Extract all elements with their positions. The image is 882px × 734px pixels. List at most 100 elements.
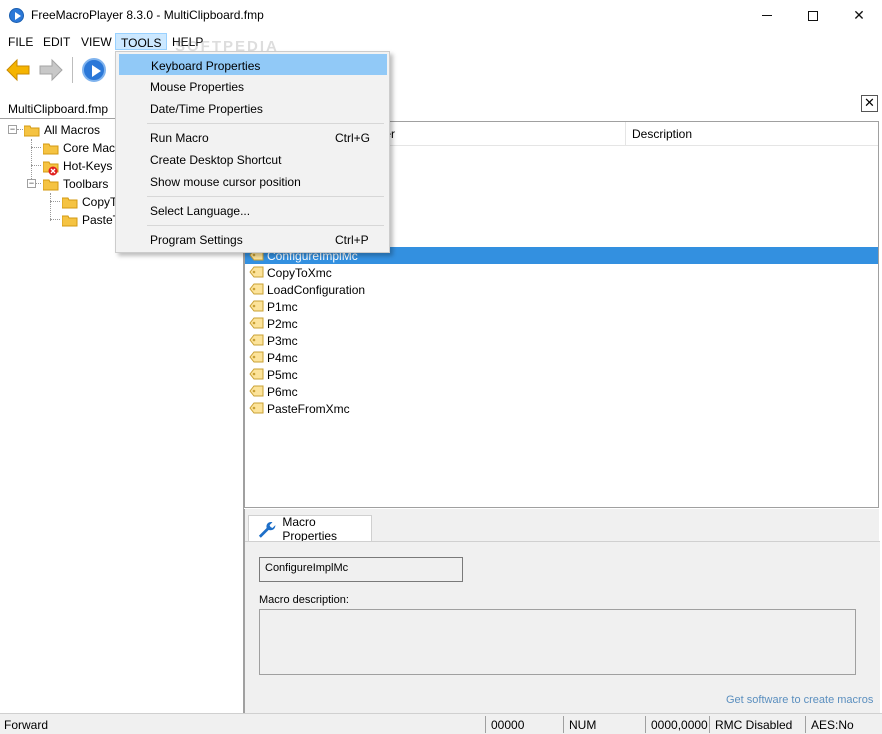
menu-item-label: Mouse Properties	[150, 80, 245, 94]
close-icon: ✕	[853, 7, 865, 23]
list-item[interactable]: P6mc	[245, 383, 878, 400]
list-item-label: CopyToXmc	[267, 265, 332, 280]
list-item[interactable]: CopyToXmc	[245, 264, 878, 281]
status-counter: 00000	[491, 718, 525, 732]
tree-item-all-macros[interactable]: All Macros	[24, 121, 100, 139]
maximize-icon	[808, 10, 818, 21]
tree-item-copy[interactable]: CopyT	[62, 193, 117, 211]
tree-label: CopyT	[82, 195, 118, 209]
list-item-label: LoadConfiguration	[267, 282, 366, 297]
tree-label: Hot-Keys	[63, 159, 113, 173]
menu-separator	[147, 196, 384, 197]
menu-mouse-properties[interactable]: Mouse Properties	[119, 76, 387, 97]
macro-icon	[249, 334, 264, 346]
toolbar-separator	[72, 57, 73, 83]
menu-show-cursor-position[interactable]: Show mouse cursor position	[119, 171, 387, 192]
menu-view[interactable]: VIEW	[76, 33, 117, 50]
folder-icon	[43, 178, 59, 191]
tree-item-hot-keys[interactable]: Hot-Keys	[43, 157, 112, 175]
macro-icon	[249, 385, 264, 397]
menu-select-language[interactable]: Select Language...	[119, 200, 387, 221]
list-item-label: P3mc	[267, 333, 298, 348]
folder-disabled-icon	[43, 160, 59, 175]
get-software-link[interactable]: Get software to create macros	[726, 694, 873, 706]
macro-icon	[249, 317, 264, 329]
status-mode: Forward	[4, 718, 49, 732]
list-item-label: P5mc	[267, 367, 298, 382]
list-item-label: P4mc	[267, 350, 298, 365]
list-item[interactable]: P5mc	[245, 366, 878, 383]
tree-item-paste[interactable]: PasteT	[62, 211, 120, 229]
menu-file[interactable]: FILE	[3, 33, 38, 50]
properties-body: ConfigureImplMc Macro description: Get s…	[245, 541, 880, 713]
folder-icon	[62, 214, 78, 227]
minimize-icon	[762, 15, 772, 16]
list-item-label: P6mc	[267, 384, 298, 399]
menu-program-settings[interactable]: Program Settings Ctrl+P	[119, 229, 387, 250]
list-item-label: P2mc	[267, 316, 298, 331]
list-item[interactable]: P4mc	[245, 349, 878, 366]
menu-item-label: Select Language...	[150, 204, 251, 218]
macro-icon	[249, 351, 264, 363]
wrench-icon	[258, 522, 276, 538]
status-num: NUM	[569, 718, 597, 732]
maximize-button[interactable]	[790, 0, 836, 31]
folder-icon	[24, 124, 40, 137]
list-item[interactable]: LoadConfiguration	[245, 281, 878, 298]
close-window-button[interactable]: ✕	[836, 0, 882, 31]
list-item[interactable]: P3mc	[245, 332, 878, 349]
close-panel-button[interactable]: ✕	[861, 95, 878, 112]
menu-tools[interactable]: TOOLS	[115, 33, 168, 50]
menu-item-label: Keyboard Properties	[151, 59, 261, 73]
menu-create-desktop-shortcut[interactable]: Create Desktop Shortcut	[119, 149, 387, 170]
tree-label: Toolbars	[63, 177, 109, 191]
menu-item-label: Run Macro	[150, 131, 209, 145]
tree-item-core-macros[interactable]: Core Mac	[43, 139, 115, 157]
macro-icon	[249, 402, 264, 414]
menu-item-label: Date/Time Properties	[150, 102, 263, 116]
macro-properties-label: Macro Properties	[282, 515, 338, 543]
list-item-label: PasteFromXmc	[267, 401, 350, 416]
play-button[interactable]	[82, 58, 106, 82]
tree-label: All Macros	[44, 123, 101, 137]
list-item[interactable]: P1mc	[245, 298, 878, 315]
tree-collapse-root[interactable]: −	[8, 125, 17, 134]
status-rmc: RMC Disabled	[715, 718, 793, 732]
menu-item-shortcut: Ctrl+P	[335, 233, 369, 247]
menu-keyboard-properties[interactable]: Keyboard Properties	[119, 54, 387, 75]
menu-item-label: Create Desktop Shortcut	[150, 153, 282, 167]
menu-separator	[147, 123, 384, 124]
description-textarea[interactable]	[259, 609, 856, 675]
macro-icon	[249, 283, 264, 295]
tree-item-toolbars[interactable]: Toolbars	[43, 175, 108, 193]
menu-bar: FILE EDIT VIEW TOOLS HELP	[0, 31, 882, 51]
menu-run-macro[interactable]: Run Macro Ctrl+G	[119, 127, 387, 148]
minimize-button[interactable]	[744, 0, 790, 31]
menu-edit[interactable]: EDIT	[38, 33, 75, 50]
menu-item-label: Program Settings	[150, 233, 243, 247]
forward-arrow-icon[interactable]	[38, 58, 64, 82]
menu-datetime-properties[interactable]: Date/Time Properties	[119, 98, 387, 119]
tree-label: Core Mac	[63, 141, 116, 155]
status-bar: Forward 00000 NUM 0000,0000 RMC Disabled…	[0, 713, 882, 734]
title-bar: FreeMacroPlayer 8.3.0 - MultiClipboard.f…	[0, 0, 882, 31]
menu-item-label: Show mouse cursor position	[150, 175, 301, 189]
macro-name-field[interactable]: ConfigureImplMc	[259, 557, 463, 582]
status-coords: 0000,0000	[651, 718, 708, 732]
status-aes: AES:No	[811, 718, 854, 732]
app-icon	[9, 8, 24, 23]
folder-icon	[62, 196, 78, 209]
column-separator[interactable]	[625, 122, 626, 146]
folder-icon	[43, 142, 59, 155]
list-item-label: P1mc	[267, 299, 298, 314]
tree-collapse-toolbars[interactable]: −	[27, 179, 36, 188]
macro-icon	[249, 368, 264, 380]
list-item[interactable]: P2mc	[245, 315, 878, 332]
column-description[interactable]: Description	[632, 127, 692, 141]
description-label: Macro description:	[259, 594, 349, 606]
list-item[interactable]: PasteFromXmc	[245, 400, 878, 417]
close-icon: ✕	[864, 95, 875, 110]
properties-panel: Macro Properties ConfigureImplMc Macro d…	[244, 509, 880, 713]
macro-properties-tab[interactable]: Macro Properties	[248, 515, 372, 543]
back-arrow-icon[interactable]	[5, 58, 31, 82]
